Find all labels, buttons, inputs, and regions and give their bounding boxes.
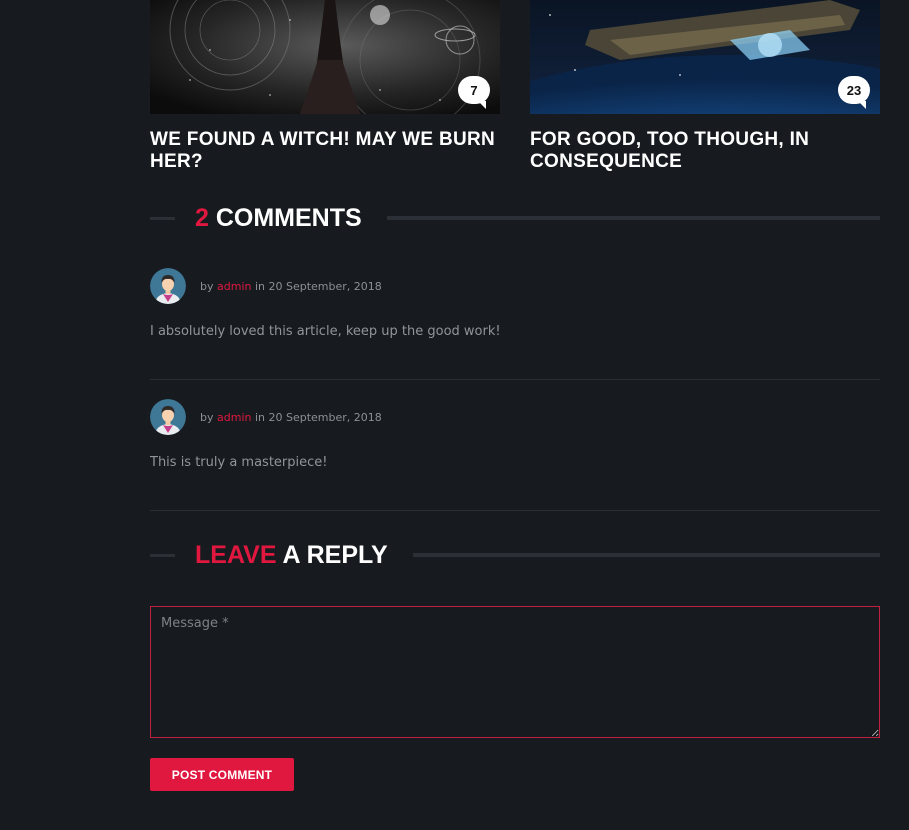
related-post-card[interactable]: 7 WE FOUND A WITCH! MAY WE BURN HER? xyxy=(150,0,500,173)
comment-text: I absolutely loved this article, keep up… xyxy=(150,324,501,339)
comment-date: 20 September, 2018 xyxy=(268,410,382,424)
heading-divider xyxy=(412,553,880,557)
comment-meta: by admin in 20 September, 2018 xyxy=(150,268,880,304)
related-post-title[interactable]: WE FOUND A WITCH! MAY WE BURN HER? xyxy=(150,129,500,173)
user-avatar-icon xyxy=(150,399,186,435)
related-post-title[interactable]: FOR GOOD, TOO THOUGH, IN CONSEQUENCE xyxy=(530,129,880,173)
related-post-thumbnail[interactable]: 23 xyxy=(530,0,880,114)
by-label: by xyxy=(200,410,214,424)
comment-item: by admin in 20 September, 2018 I absolut… xyxy=(150,268,880,339)
related-post-card[interactable]: 23 FOR GOOD, TOO THOUGH, IN CONSEQUENCE xyxy=(530,0,880,173)
avatar xyxy=(150,399,186,435)
comment-divider xyxy=(150,510,880,511)
reply-heading: LEAVE A REPLY xyxy=(150,540,880,570)
post-footer: 7 WE FOUND A WITCH! MAY WE BURN HER? 23 … xyxy=(150,0,880,791)
comment-byline: by admin in 20 September, 2018 xyxy=(200,280,382,293)
comment-byline: by admin in 20 September, 2018 xyxy=(200,411,382,424)
comment-author-link[interactable]: admin xyxy=(217,280,251,293)
user-avatar-icon xyxy=(150,268,186,304)
comment-count-badge: 7 xyxy=(458,76,490,109)
reply-title-accent: LEAVE xyxy=(195,540,277,569)
in-label: in xyxy=(254,410,265,424)
avatar xyxy=(150,268,186,304)
heading-divider xyxy=(150,216,175,220)
post-comment-button[interactable]: POST COMMENT xyxy=(150,758,294,791)
heading-divider xyxy=(150,553,175,557)
heading-divider xyxy=(386,216,880,220)
comment-count-badge: 23 xyxy=(838,76,870,109)
comment-text: This is truly a masterpiece! xyxy=(150,455,328,470)
comments-label: COMMENTS xyxy=(215,203,362,232)
reply-title: LEAVE A REPLY xyxy=(195,541,388,570)
by-label: by xyxy=(200,279,214,293)
comment-meta: by admin in 20 September, 2018 xyxy=(150,399,880,435)
witch-image xyxy=(150,0,500,114)
reply-title-rest: A REPLY xyxy=(282,540,388,569)
related-post-thumbnail[interactable]: 7 xyxy=(150,0,500,114)
spaceship-image xyxy=(530,0,880,114)
comment-author-link[interactable]: admin xyxy=(217,411,251,424)
comments-title: 2 COMMENTS xyxy=(195,204,362,233)
related-posts: 7 WE FOUND A WITCH! MAY WE BURN HER? 23 … xyxy=(150,0,880,173)
message-textarea[interactable] xyxy=(150,606,880,738)
comments-heading: 2 COMMENTS xyxy=(150,203,880,233)
in-label: in xyxy=(254,279,265,293)
comments-count: 2 xyxy=(195,203,209,232)
comment-date: 20 September, 2018 xyxy=(268,279,382,293)
comment-item: by admin in 20 September, 2018 This is t… xyxy=(150,399,880,470)
comment-divider xyxy=(150,379,880,380)
